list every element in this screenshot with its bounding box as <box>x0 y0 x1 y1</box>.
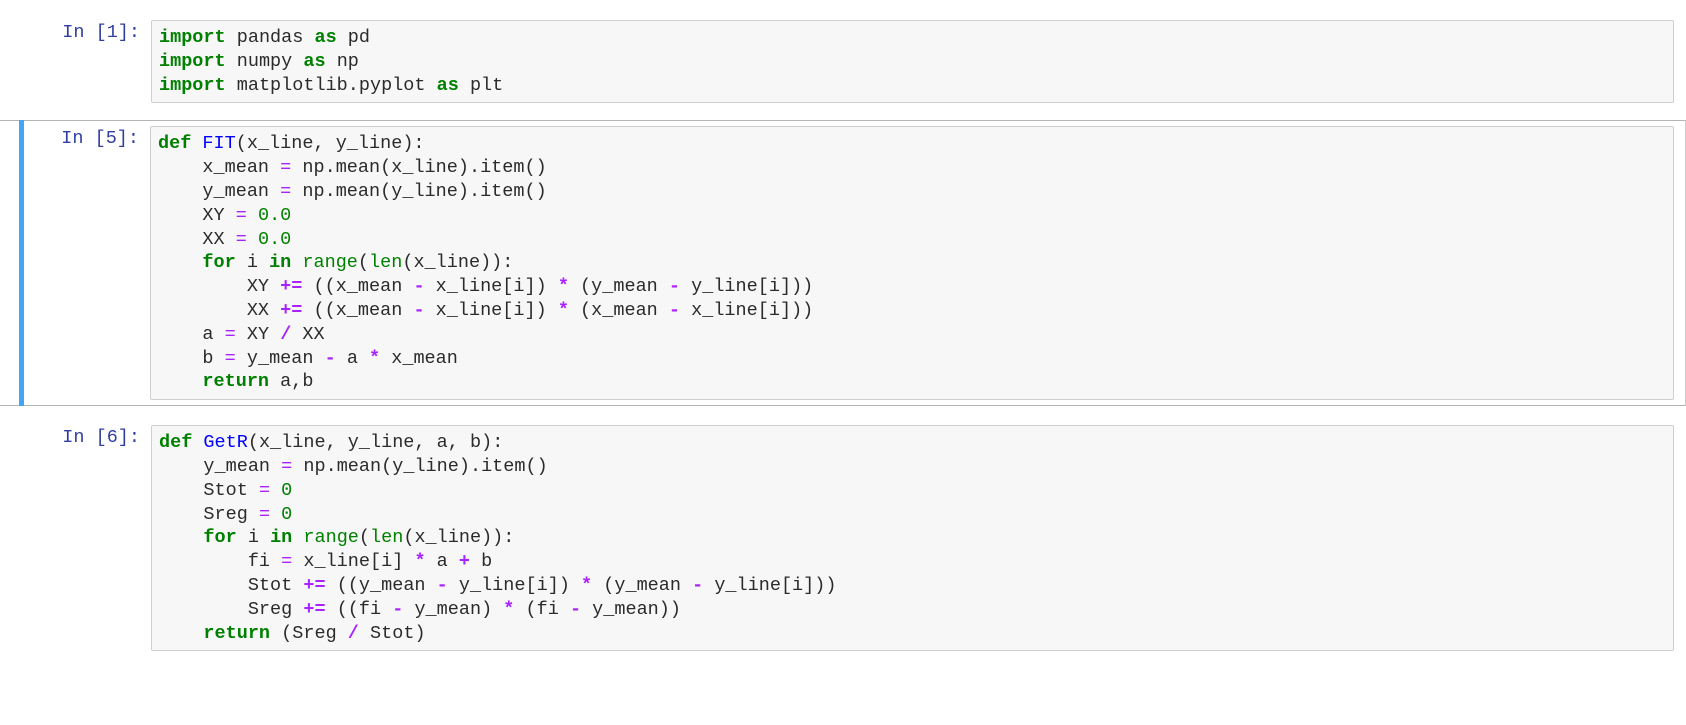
code-input-area[interactable]: import pandas as pd import numpy as np i… <box>151 20 1674 104</box>
cell-inner: def FIT(x_line, y_line): x_mean = np.mea… <box>150 126 1674 401</box>
notebook-cell-selected[interactable]: In [5]: def FIT(x_line, y_line): x_mean … <box>0 120 1686 407</box>
code-source-2[interactable]: def FIT(x_line, y_line): x_mean = np.mea… <box>158 132 1667 394</box>
cell-inner: import pandas as pd import numpy as np i… <box>151 20 1674 104</box>
cell-spacer <box>0 406 1686 419</box>
notebook-container: In [1]: import pandas as pd import numpy… <box>0 0 1686 725</box>
selected-cell-indicator-bar <box>19 120 24 407</box>
code-input-area[interactable]: def FIT(x_line, y_line): x_mean = np.mea… <box>150 126 1674 401</box>
cell-spacer <box>0 109 1686 120</box>
code-source-1[interactable]: import pandas as pd import numpy as np i… <box>159 26 1667 97</box>
cell-inner: def GetR(x_line, y_line, a, b): y_mean =… <box>151 425 1674 652</box>
code-source-3[interactable]: def GetR(x_line, y_line, a, b): y_mean =… <box>159 431 1667 645</box>
code-input-area[interactable]: def GetR(x_line, y_line, a, b): y_mean =… <box>151 425 1674 652</box>
notebook-cell[interactable]: In [1]: import pandas as pd import numpy… <box>0 14 1686 110</box>
cell-prompt-in-1: In [1]: <box>62 22 140 43</box>
notebook-cell[interactable]: In [6]: def GetR(x_line, y_line, a, b): … <box>0 419 1686 658</box>
cell-prompt-in-6: In [6]: <box>62 427 140 449</box>
